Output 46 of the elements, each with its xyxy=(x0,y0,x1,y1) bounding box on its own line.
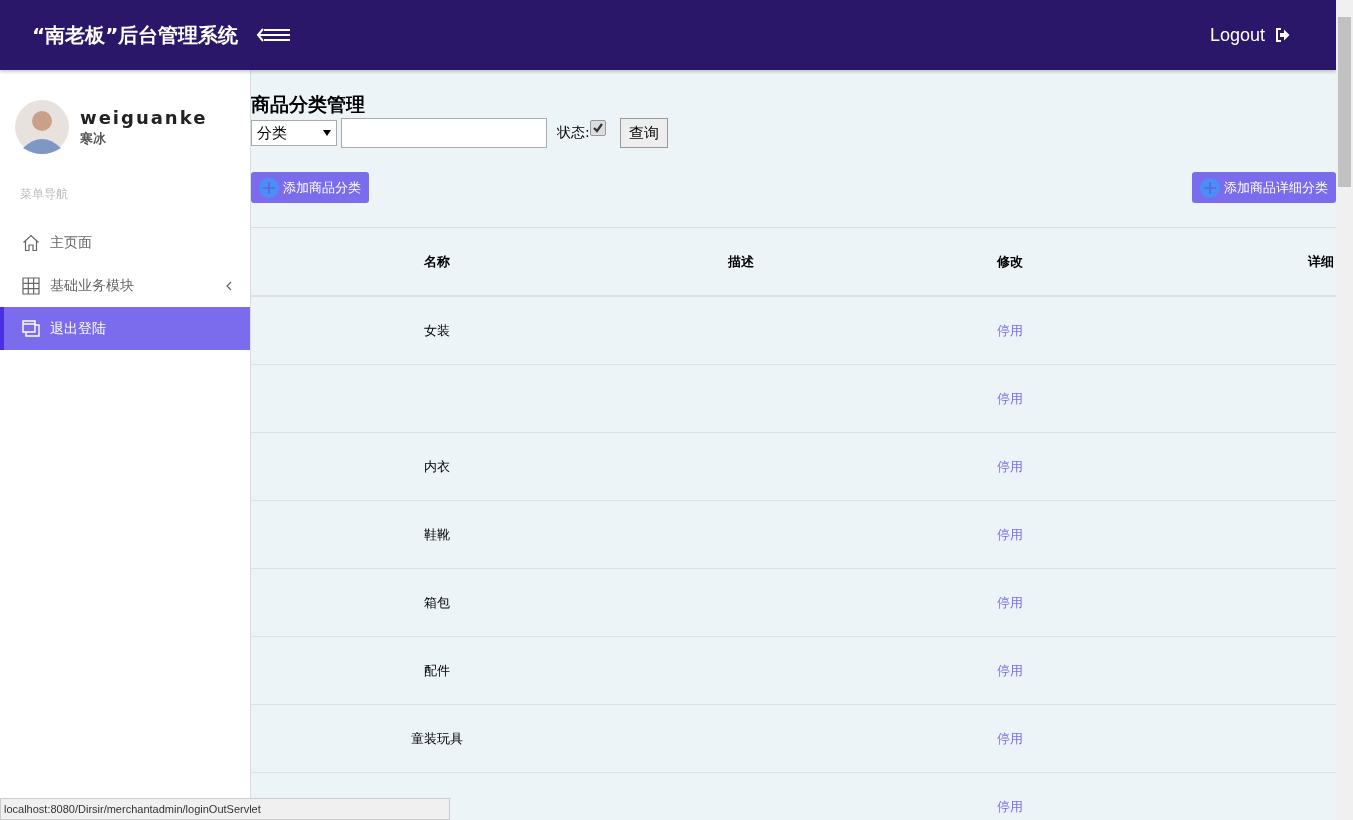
table-cell: 配件 xyxy=(424,662,450,678)
app-title: “南老板”后台管理系统 xyxy=(32,21,239,49)
disable-link[interactable]: 停用 xyxy=(997,730,1023,746)
disable-link[interactable]: 停用 xyxy=(997,662,1023,678)
menu-heading: 菜单导航 xyxy=(19,186,69,203)
status-label: 状态: xyxy=(557,124,590,142)
menu-toggle-icon[interactable] xyxy=(256,27,293,43)
chevron-left-icon xyxy=(226,280,232,291)
sidebar-item[interactable]: 主页面 xyxy=(0,221,250,264)
disable-link[interactable]: 停用 xyxy=(997,458,1023,474)
table-cell: 童装玩具 xyxy=(411,730,463,746)
table-cell: 箱包 xyxy=(424,594,450,610)
grid-icon xyxy=(22,276,40,295)
user-name: weiguanke xyxy=(80,106,208,128)
status-bar: localhost:8080/Dirsir/merchantadmin/loginOutServlet xyxy=(0,798,450,820)
disable-link[interactable]: 停用 xyxy=(997,390,1023,406)
table-cell: 鞋靴 xyxy=(424,526,450,542)
table-cell: 女装 xyxy=(424,322,450,338)
avatar xyxy=(15,100,69,154)
user-role: 寒冰 xyxy=(80,129,107,148)
sidebar-item[interactable]: 基础业务模块 xyxy=(0,264,250,307)
table-cell: 内衣 xyxy=(424,458,450,474)
column-header: 详细 xyxy=(1308,253,1334,269)
add-detail-category-button[interactable]: 添加商品详细分类 xyxy=(1192,172,1336,203)
query-button[interactable]: 查询 xyxy=(619,118,668,148)
windows-icon xyxy=(22,319,40,338)
home-icon xyxy=(22,233,40,252)
page-title: 商品分类管理 xyxy=(251,92,366,117)
column-header: 修改 xyxy=(997,253,1023,269)
column-header: 名称 xyxy=(424,253,450,269)
column-header: 描述 xyxy=(728,253,754,269)
add-category-button[interactable]: 添加商品分类 xyxy=(251,172,369,203)
search-field[interactable] xyxy=(341,118,547,148)
plus-icon xyxy=(259,177,279,198)
disable-link[interactable]: 停用 xyxy=(997,798,1023,814)
logout-link[interactable]: Logout xyxy=(1209,24,1265,46)
dropdown-icon xyxy=(323,130,331,136)
category-select[interactable]: 分类 xyxy=(251,120,337,146)
disable-link[interactable]: 停用 xyxy=(997,322,1023,338)
plus-icon xyxy=(1200,177,1220,198)
sidebar-item[interactable]: 退出登陆 xyxy=(0,307,250,350)
status-checkbox[interactable] xyxy=(589,120,606,136)
disable-link[interactable]: 停用 xyxy=(997,526,1023,542)
logout-icon[interactable] xyxy=(1275,28,1290,42)
disable-link[interactable]: 停用 xyxy=(997,594,1023,610)
scrollbar[interactable] xyxy=(1336,0,1353,820)
